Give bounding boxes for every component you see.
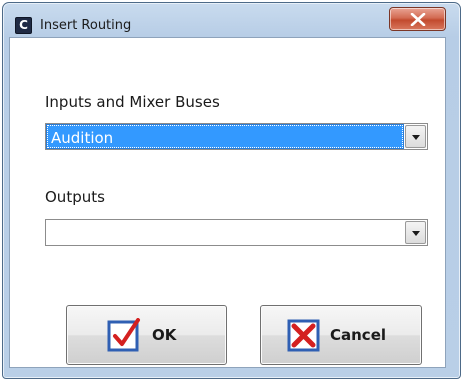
- cancel-label: Cancel: [330, 326, 387, 344]
- inputs-label: Inputs and Mixer Buses: [45, 93, 220, 111]
- chevron-down-icon: [412, 231, 420, 236]
- x-mark-icon: [287, 319, 320, 352]
- close-button[interactable]: [389, 7, 446, 31]
- ok-label: OK: [152, 326, 177, 344]
- close-x-icon: [410, 13, 426, 26]
- dialog-content: Inputs and Mixer Buses Audition Outputs …: [9, 37, 446, 368]
- inputs-dropdown-button[interactable]: [405, 125, 426, 148]
- app-icon: C: [15, 17, 32, 34]
- outputs-selected-value-area[interactable]: [47, 221, 403, 244]
- outputs-dropdown[interactable]: [45, 219, 428, 246]
- outputs-label: Outputs: [45, 188, 105, 206]
- inputs-dropdown[interactable]: Audition: [45, 123, 428, 150]
- ok-button[interactable]: OK: [66, 305, 227, 365]
- cancel-button[interactable]: Cancel: [260, 305, 422, 365]
- chevron-down-icon: [412, 135, 420, 140]
- checkmark-icon: [107, 318, 140, 352]
- window-title: Insert Routing: [40, 18, 132, 33]
- inputs-selected-value-area[interactable]: Audition: [46, 124, 404, 149]
- inputs-selected-value: Audition: [51, 129, 114, 147]
- outputs-dropdown-button[interactable]: [405, 221, 426, 244]
